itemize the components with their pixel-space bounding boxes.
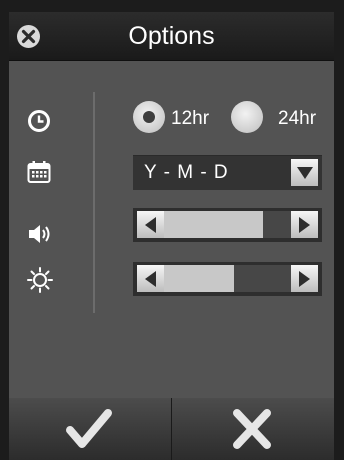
clock-icon [28, 110, 50, 132]
brightness-track[interactable] [164, 265, 291, 292]
brightness-increase-button[interactable] [291, 265, 318, 292]
chevron-down-icon[interactable] [291, 159, 318, 186]
options-dialog: Options 12hr 24hr Y - M - D [9, 12, 334, 460]
brightness-slider[interactable] [133, 262, 322, 296]
radio-24hr-label: 24hr [278, 108, 317, 129]
confirm-button[interactable] [9, 398, 172, 460]
sun-icon [27, 267, 53, 293]
volume-fill [164, 211, 264, 238]
radio-12hr-label: 12hr [171, 108, 210, 129]
x-icon [233, 409, 271, 449]
calendar-icon [27, 161, 51, 183]
footer-bar [9, 398, 334, 460]
cancel-button[interactable] [172, 398, 334, 460]
speaker-icon [29, 225, 50, 243]
divider [93, 92, 95, 313]
volume-increase-button[interactable] [291, 211, 318, 238]
volume-slider[interactable] [133, 208, 322, 242]
radio-12hr[interactable] [133, 101, 165, 133]
title-bar: Options [9, 12, 334, 61]
date-format-dropdown[interactable]: Y - M - D [133, 155, 322, 190]
brightness-fill [164, 265, 234, 292]
date-format-value: Y - M - D [144, 162, 229, 183]
dialog-title: Options [128, 22, 215, 50]
brightness-decrease-button[interactable] [137, 265, 164, 292]
checkmark-icon [66, 409, 112, 448]
radio-24hr[interactable] [231, 101, 263, 133]
volume-decrease-button[interactable] [137, 211, 164, 238]
volume-track[interactable] [164, 211, 291, 238]
